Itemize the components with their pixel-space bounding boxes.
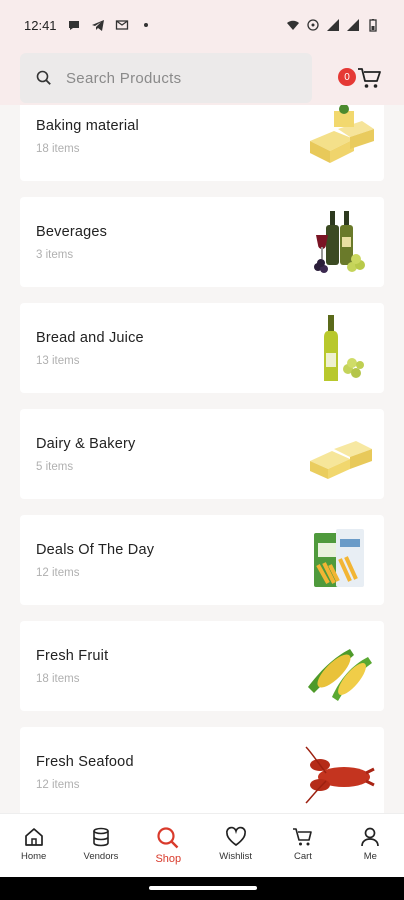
category-card-beverages[interactable]: Beverages 3 items — [20, 197, 384, 287]
category-count: 3 items — [36, 249, 74, 261]
nav-home[interactable]: Home — [0, 814, 67, 877]
nav-shop[interactable]: Shop — [135, 814, 202, 877]
hotspot-icon — [307, 19, 319, 31]
search-icon — [157, 827, 179, 849]
search-bar[interactable] — [20, 53, 312, 103]
wine-image — [314, 211, 365, 273]
signal-icon-2 — [347, 19, 359, 31]
telegram-icon — [91, 20, 104, 31]
snack-bags-image — [314, 529, 364, 587]
cheese-image — [310, 105, 374, 163]
nav-wishlist[interactable]: Wishlist — [202, 814, 269, 877]
header-cart-button[interactable]: 0 — [338, 63, 382, 93]
nav-home-label: Home — [20, 851, 47, 862]
battery-icon — [369, 19, 377, 32]
bottom-nav: Home Vendors Shop Wishlist Cart Me — [0, 813, 404, 877]
category-name: Dairy & Bakery — [36, 436, 136, 452]
nav-me[interactable]: Me — [337, 814, 404, 877]
status-bar: 12:41 — [0, 0, 404, 50]
category-card-fresh-fruit[interactable]: Fresh Fruit 18 items — [20, 621, 384, 711]
user-icon — [361, 827, 380, 847]
category-name: Fresh Fruit — [36, 648, 109, 664]
cart-icon — [358, 68, 381, 88]
category-name: Baking material — [36, 118, 139, 134]
nav-shop-label: Shop — [155, 853, 182, 865]
clock: 12:41 — [24, 17, 57, 33]
category-card-fresh-seafood[interactable]: Fresh Seafood 12 items — [20, 727, 384, 813]
category-name: Fresh Seafood — [36, 754, 134, 770]
category-name: Deals Of The Day — [36, 542, 155, 558]
heart-icon — [225, 826, 246, 847]
header: 0 — [0, 50, 404, 105]
nav-cart[interactable]: Cart — [269, 814, 336, 877]
category-count: 12 items — [36, 567, 80, 579]
category-card-deals-of-the-day[interactable]: Deals Of The Day 12 items — [20, 515, 384, 605]
nav-me-label: Me — [363, 851, 377, 862]
category-count: 18 items — [36, 673, 80, 685]
category-count: 5 items — [36, 461, 74, 473]
category-count: 18 items — [36, 143, 80, 155]
cheese-image — [310, 441, 372, 479]
search-icon — [36, 70, 51, 85]
category-card-dairy-bakery[interactable]: Dairy & Bakery 5 items — [20, 409, 384, 499]
nav-vendors-label: Vendors — [83, 851, 119, 862]
search-input[interactable] — [66, 69, 286, 87]
nav-cart-label: Cart — [294, 851, 312, 862]
wifi-icon — [287, 20, 299, 30]
category-count: 12 items — [36, 779, 80, 791]
lobster-image — [305, 746, 375, 804]
chat-bubble-icon — [68, 21, 79, 30]
category-count: 13 items — [36, 355, 80, 367]
category-name: Beverages — [36, 224, 108, 240]
cart-icon — [292, 828, 312, 846]
category-name: Bread and Juice — [36, 330, 144, 346]
category-card-bread-and-juice[interactable]: Bread and Juice 13 items — [20, 303, 384, 393]
wine-bottle-image — [324, 315, 364, 381]
nav-vendors[interactable]: Vendors — [67, 814, 134, 877]
signal-icon — [327, 19, 339, 31]
system-gesture-bar — [0, 877, 404, 900]
corn-image — [308, 649, 372, 701]
mail-icon — [115, 20, 128, 30]
nav-wishlist-label: Wishlist — [219, 851, 253, 862]
cart-count-badge: 0 — [338, 68, 356, 86]
gesture-handle[interactable] — [149, 886, 257, 890]
vendors-icon — [93, 827, 109, 847]
category-card-baking-material[interactable]: Baking material 18 items — [20, 105, 384, 181]
category-list[interactable]: Baking material 18 items Beverages 3 ite… — [0, 105, 404, 813]
dot-icon — [143, 23, 148, 27]
home-icon — [24, 828, 43, 846]
